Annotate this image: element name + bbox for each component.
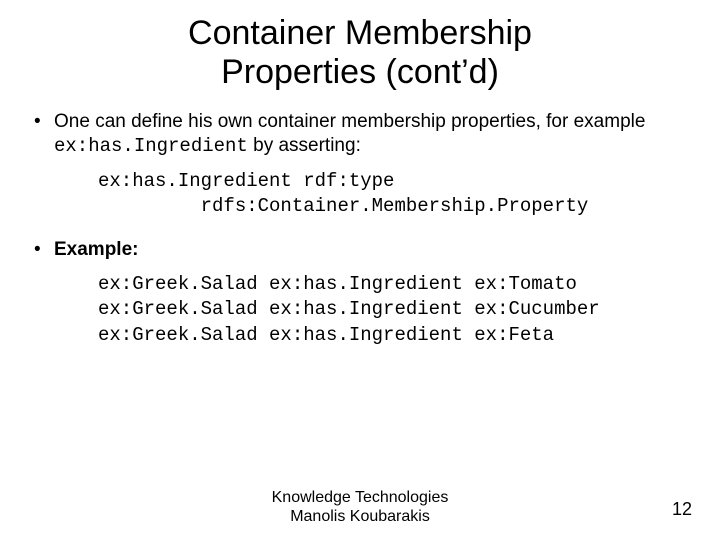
- slide-footer: Knowledge Technologies Manolis Koubaraki…: [0, 488, 720, 526]
- bullet1-inline-code: ex:has.Ingredient: [54, 135, 248, 157]
- code1-line1: ex:has.Ingredient rdf:type: [98, 170, 394, 192]
- page-number: 12: [672, 499, 692, 520]
- slide: Container Membership Properties (cont’d)…: [0, 0, 720, 540]
- bullet-list: One can define his own container members…: [30, 110, 690, 348]
- bullet-item-2: Example: ex:Greek.Salad ex:has.Ingredien…: [30, 238, 690, 349]
- title-line-2: Properties (cont’d): [221, 53, 499, 91]
- bullet2-label: Example:: [54, 239, 138, 260]
- slide-title: Container Membership Properties (cont’d): [0, 0, 720, 92]
- bullet1-text-post: by asserting:: [248, 135, 361, 156]
- code-block-1: ex:has.Ingredient rdf:type rdfs:Containe…: [98, 169, 690, 220]
- code2-line1: ex:Greek.Salad ex:has.Ingredient ex:Toma…: [98, 273, 577, 295]
- bullet-item-1: One can define his own container members…: [30, 110, 690, 220]
- code-block-2: ex:Greek.Salad ex:has.Ingredient ex:Toma…: [98, 272, 690, 349]
- code1-line2: rdfs:Container.Membership.Property: [98, 195, 588, 217]
- bullet1-text-pre: One can define his own container members…: [54, 111, 645, 132]
- footer-line-1: Knowledge Technologies: [272, 489, 449, 506]
- code2-line2: ex:Greek.Salad ex:has.Ingredient ex:Cucu…: [98, 298, 600, 320]
- footer-line-2: Manolis Koubarakis: [290, 508, 430, 525]
- code2-line3: ex:Greek.Salad ex:has.Ingredient ex:Feta: [98, 324, 554, 346]
- title-line-1: Container Membership: [188, 14, 532, 52]
- slide-body: One can define his own container members…: [0, 92, 720, 348]
